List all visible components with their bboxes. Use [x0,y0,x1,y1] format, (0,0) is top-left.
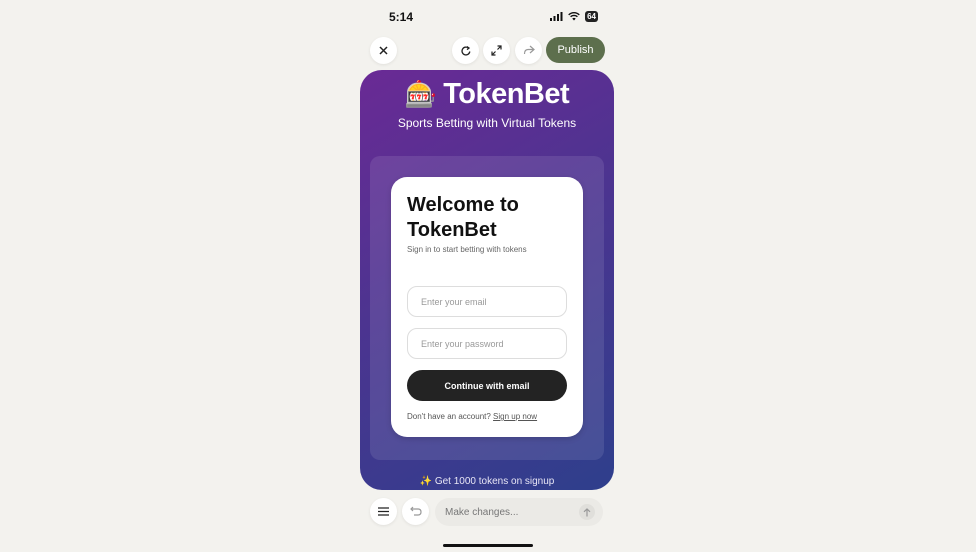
status-bar: 5:14 64 [360,0,614,34]
send-arrow-icon [583,507,591,516]
menu-icon [378,507,389,516]
app-subtitle: Sports Betting with Virtual Tokens [397,116,577,130]
signup-bonus-text: ✨ Get 1000 tokens on signup [419,476,555,487]
app-preview: 🎰 TokenBet Sports Betting with Virtual T… [360,70,614,490]
undo-button[interactable] [402,498,429,525]
email-field[interactable] [407,286,567,317]
send-button[interactable] [579,504,595,520]
refresh-icon [460,45,470,56]
login-panel: Welcome to TokenBet Sign in to start bet… [370,156,604,460]
wifi-icon [568,12,580,21]
continue-with-email-button[interactable]: Continue with email [407,370,567,401]
brand-header: 🎰 TokenBet Sports Betting with Virtual T… [360,78,614,130]
status-time: 5:14 [389,10,414,24]
share-button[interactable] [515,37,542,64]
login-subtitle: Sign in to start betting with tokens [407,245,527,254]
share-icon [523,45,535,55]
undo-icon [409,506,422,516]
app-title: TokenBet [443,78,570,110]
close-icon [379,46,388,55]
login-card: Welcome to TokenBet Sign in to start bet… [391,177,583,437]
expand-button[interactable] [483,37,510,64]
bottom-bar: Make changes... [360,497,614,527]
signup-line: Don't have an account? Sign up now [407,412,537,421]
refresh-button[interactable] [452,37,479,64]
expand-icon [491,45,502,56]
home-indicator [443,544,533,547]
signal-icon [550,12,563,21]
menu-button[interactable] [370,498,397,525]
make-changes-placeholder: Make changes... [445,506,519,518]
make-changes-input[interactable]: Make changes... [435,498,603,526]
battery-indicator: 64 [585,11,598,22]
slot-machine-icon: 🎰 [404,79,438,109]
password-field[interactable] [407,328,567,359]
signup-prompt: Don't have an account? [407,412,491,421]
status-icons: 64 [550,11,598,22]
signup-link[interactable]: Sign up now [493,412,537,421]
publish-button[interactable]: Publish [546,37,605,63]
close-button[interactable] [370,37,397,64]
login-title: Welcome to TokenBet [407,194,519,241]
